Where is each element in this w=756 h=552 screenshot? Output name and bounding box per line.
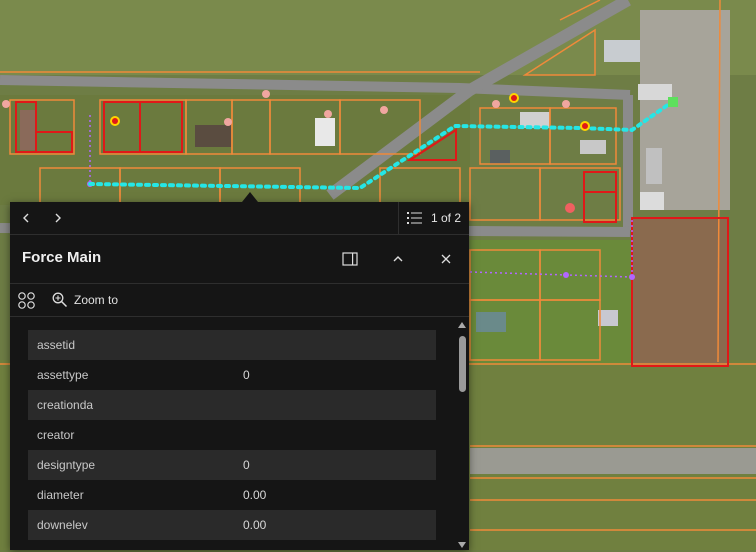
field-name: designtype xyxy=(37,458,96,472)
collapse-button[interactable] xyxy=(382,243,414,275)
close-icon xyxy=(441,254,451,264)
dirt-lot xyxy=(632,218,728,366)
next-feature-button[interactable] xyxy=(42,202,74,234)
field-name: assettype xyxy=(37,368,89,382)
table-row: creator xyxy=(28,420,436,450)
lateral-vertex xyxy=(629,274,635,280)
field-name: assetid xyxy=(37,338,76,352)
house xyxy=(20,110,36,150)
close-button[interactable] xyxy=(430,243,462,275)
scroll-down-icon[interactable] xyxy=(458,542,466,548)
popup-actions: Zoom to xyxy=(10,284,469,317)
table-row: creationda xyxy=(28,390,436,420)
chevron-up-icon xyxy=(393,256,403,262)
pager-text: 1 of 2 xyxy=(431,211,462,225)
dock-icon xyxy=(342,252,358,266)
grass-lot xyxy=(470,240,635,365)
attribute-table-scroll-area[interactable]: assetid assettype 0 creationda creator d… xyxy=(10,318,469,550)
chevron-right-icon xyxy=(55,213,61,223)
field-value: 0 xyxy=(243,368,250,382)
feature-pager-button[interactable]: 1 of 2 xyxy=(398,202,469,234)
field-value: 0.00 xyxy=(243,518,267,532)
lateral-vertex xyxy=(563,272,569,278)
house xyxy=(580,140,606,154)
house xyxy=(315,118,335,146)
related-records-icon[interactable] xyxy=(18,292,35,309)
field-name: creationda xyxy=(37,398,94,412)
highway xyxy=(470,448,756,474)
force-main-endpoint[interactable] xyxy=(668,97,678,107)
feature-popup: 1 of 2 Force Main Zoom to assetid assett… xyxy=(10,192,469,550)
chevron-left-icon xyxy=(23,213,29,223)
list-icon xyxy=(407,212,422,224)
popup-pointer xyxy=(242,192,258,202)
popup-header: Force Main xyxy=(10,235,469,284)
dock-button[interactable] xyxy=(334,243,366,275)
field-value: 0.00 xyxy=(243,488,267,502)
field-name: creator xyxy=(37,428,75,442)
scrollbar-thumb[interactable] xyxy=(459,336,466,392)
previous-feature-button[interactable] xyxy=(10,202,42,234)
field-name: downelev xyxy=(37,518,88,532)
zoom-to-button[interactable]: Zoom to xyxy=(74,293,118,307)
field-name: diameter xyxy=(37,488,84,502)
zoom-in-icon[interactable] xyxy=(52,292,68,308)
table-row: assettype 0 xyxy=(28,360,436,390)
field-value: 0 xyxy=(243,458,250,472)
point-marker[interactable] xyxy=(565,203,575,213)
table-row: diameter 0.00 xyxy=(28,480,436,510)
house xyxy=(638,84,672,100)
house xyxy=(604,40,640,62)
popup-nav-row: 1 of 2 xyxy=(10,202,469,235)
house xyxy=(195,125,231,147)
house xyxy=(646,148,662,184)
house xyxy=(598,310,618,326)
house xyxy=(640,192,664,210)
table-scrollbar[interactable] xyxy=(456,322,468,548)
house xyxy=(490,150,510,164)
scroll-up-icon[interactable] xyxy=(458,322,466,328)
house xyxy=(476,312,506,332)
table-row: downelev 0.00 xyxy=(28,510,436,540)
table-row: designtype 0 xyxy=(28,450,436,480)
popup-title: Force Main xyxy=(22,249,102,266)
table-row: assetid xyxy=(28,330,436,360)
attribute-table: assetid assettype 0 creationda creator d… xyxy=(28,330,436,540)
